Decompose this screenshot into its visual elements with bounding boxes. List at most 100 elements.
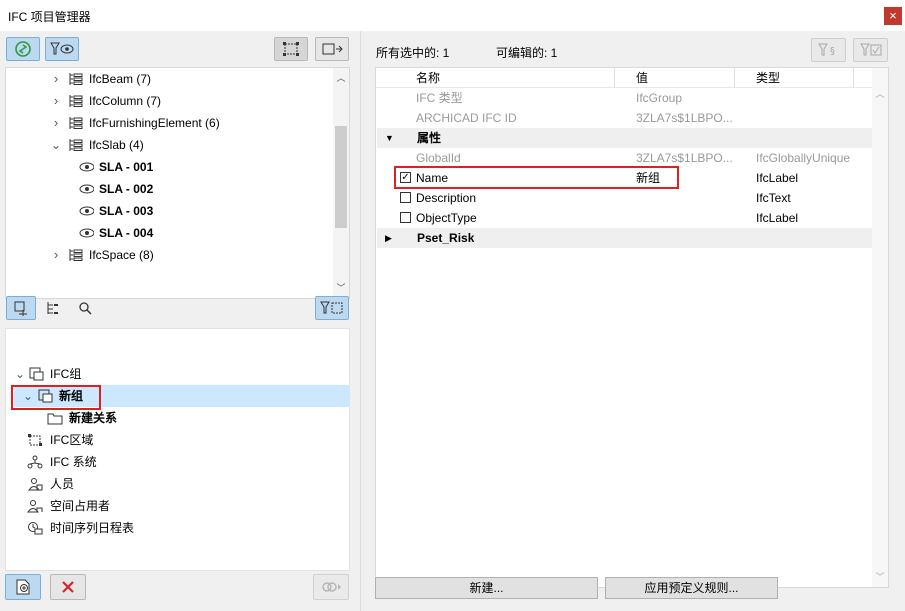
filter-view-button[interactable] [45, 37, 79, 61]
eye-icon[interactable] [78, 204, 94, 218]
ifc-group-icon [29, 367, 44, 381]
property-row: ARCHICAD IFC ID 3ZLA7s$1LBPO... [376, 108, 873, 128]
select-arrow-button[interactable] [315, 37, 349, 61]
tree-element-node[interactable]: SLA - 004 [6, 222, 334, 244]
scroll-down-arrow[interactable]: ﹀ [872, 569, 888, 585]
group-tree-node[interactable]: 新建关系 [6, 407, 346, 429]
property-section-row[interactable]: ▼ 属性 [377, 128, 874, 148]
all-selected-count: 所有选中的: 1 [376, 46, 450, 60]
group-tree-node[interactable]: ⌄ IFC组 [6, 363, 346, 385]
group-tree-label: IFC 系统 [50, 455, 97, 469]
group-tree-label: IFC组 [50, 367, 82, 381]
property-row[interactable]: Description IfcText [376, 188, 873, 208]
folder-icon [47, 413, 63, 425]
eye-icon[interactable] [78, 226, 94, 240]
tree-class-node[interactable]: › IfcColumn (7) [6, 90, 334, 112]
tree-element-node[interactable]: SLA - 003 [6, 200, 334, 222]
eye-icon[interactable] [78, 160, 94, 174]
group-icon [14, 301, 27, 316]
editable-count: 可编辑的: 1 [496, 46, 558, 60]
chevron-right-icon[interactable]: › [51, 244, 61, 266]
tree-node-label: IfcSlab (4) [89, 138, 144, 152]
property-table-scrollbar[interactable]: ︿ ﹀ [872, 68, 888, 587]
group-tree-node[interactable]: IFC 系统 [6, 451, 346, 473]
tree-class-node[interactable]: › IfcFurnishingElement (6) [6, 112, 334, 134]
select-arrow-icon [322, 43, 343, 55]
new-group-button[interactable] [5, 574, 41, 600]
property-section-row[interactable]: ▶ Pset_Risk [377, 228, 874, 248]
property-name: Description [416, 191, 477, 205]
tree-class-node[interactable]: › IfcBeam (7) [6, 68, 334, 90]
group-tree-node[interactable]: 空间占用者 [6, 495, 346, 517]
group-tab[interactable] [6, 296, 36, 320]
filter-select-button[interactable] [315, 296, 349, 320]
chevron-right-icon[interactable]: › [51, 90, 61, 112]
ifc-class-icon [69, 95, 83, 107]
link-button[interactable] [313, 574, 349, 600]
tree-class-node[interactable]: ⌄ IfcSlab (4) [6, 134, 334, 156]
apply-predefined-rules-button[interactable]: 应用预定义规则... [605, 577, 778, 599]
chevron-down-icon[interactable]: ⌄ [15, 363, 25, 385]
column-type-header[interactable]: 类型 [756, 68, 780, 88]
scroll-up-arrow[interactable]: ︿ [333, 70, 349, 86]
title-bar: IFC 项目管理器 × [0, 0, 905, 31]
column-value-header[interactable]: 值 [636, 68, 648, 88]
property-type: IfcLabel [756, 211, 799, 225]
highlight-box-name-row [394, 166, 679, 189]
expand-triangle-icon[interactable]: ▶ [385, 228, 392, 248]
close-button[interactable]: × [884, 7, 902, 25]
ifc-class-icon [69, 73, 83, 85]
group-tree-node[interactable]: 人员 [6, 473, 346, 495]
svg-text:§: § [830, 46, 835, 57]
column-name-header[interactable]: 名称 [416, 68, 440, 88]
chevron-right-icon[interactable]: › [51, 112, 61, 134]
ifc-system-icon [27, 455, 43, 469]
tree-class-node[interactable]: › IfcSpace (8) [6, 244, 334, 266]
left-pane: › IfcBeam (7) › IfcColumn (7) › IfcFurnishing… [0, 31, 360, 611]
ifc-class-icon [69, 249, 83, 261]
property-row[interactable]: ObjectType IfcLabel [376, 208, 873, 228]
element-tree-scrollbar[interactable]: ︿ ﹀ [333, 68, 349, 298]
time-series-icon [28, 522, 43, 535]
filter-checked-button[interactable] [853, 38, 888, 62]
tree-element-label: SLA - 003 [99, 204, 154, 218]
property-name: GlobalId [416, 151, 461, 165]
scroll-down-arrow[interactable]: ﹀ [333, 280, 349, 296]
checkbox[interactable] [400, 212, 411, 223]
refresh-button[interactable] [6, 37, 40, 61]
element-tree-panel: › IfcBeam (7) › IfcColumn (7) › IfcFurnishing… [5, 67, 350, 299]
property-name: IFC 类型 [416, 91, 463, 105]
tree-element-label: SLA - 001 [99, 160, 154, 174]
tree-node-label: IfcFurnishingElement (6) [89, 116, 220, 130]
tree-element-node[interactable]: SLA - 001 [6, 156, 334, 178]
group-tree-label: 新建关系 [69, 411, 118, 425]
group-tree-label: 时间序列日程表 [50, 521, 135, 535]
collapse-triangle-icon[interactable]: ▼ [385, 128, 394, 148]
hierarchy-tab[interactable] [38, 296, 68, 320]
right-pane: 所有选中的: 1 可编辑的: 1 § 名称 值 类型 IFC 类型 IfcGrou… [368, 31, 905, 611]
chevron-down-icon[interactable]: ⌄ [51, 134, 61, 156]
highlight-box-new-group [11, 385, 101, 410]
select-element-button[interactable] [274, 37, 308, 61]
new-property-button[interactable]: 新建... [375, 577, 598, 599]
group-tree-node[interactable]: 时间序列日程表 [6, 517, 346, 539]
group-tree-panel: ⌄ IFC组 ⌄ 新组 新建关系 IFC区域 IFC 系统 人员 空间占用者 时间序列日程表 [5, 328, 350, 571]
new-document-icon [16, 579, 30, 595]
search-tab[interactable] [70, 296, 100, 320]
property-section-label: 属性 [417, 131, 442, 145]
checkbox[interactable] [400, 192, 411, 203]
delete-button[interactable] [50, 574, 86, 600]
space-occupant-icon [27, 500, 43, 513]
property-section-label: Pset_Risk [417, 231, 475, 245]
tree-node-label: IfcColumn (7) [89, 94, 162, 108]
property-type: IfcGloballyUnique [756, 151, 851, 165]
scroll-thumb[interactable] [335, 126, 347, 228]
eye-icon[interactable] [78, 182, 94, 196]
property-name: ARCHICAD IFC ID [416, 111, 517, 125]
filter-attribute-button[interactable]: § [811, 38, 846, 62]
chevron-right-icon[interactable]: › [51, 68, 61, 90]
scroll-up-arrow[interactable]: ︿ [872, 86, 888, 102]
group-tree-node[interactable]: IFC区域 [6, 429, 346, 451]
pane-splitter[interactable] [360, 31, 368, 611]
tree-element-node[interactable]: SLA - 002 [6, 178, 334, 200]
